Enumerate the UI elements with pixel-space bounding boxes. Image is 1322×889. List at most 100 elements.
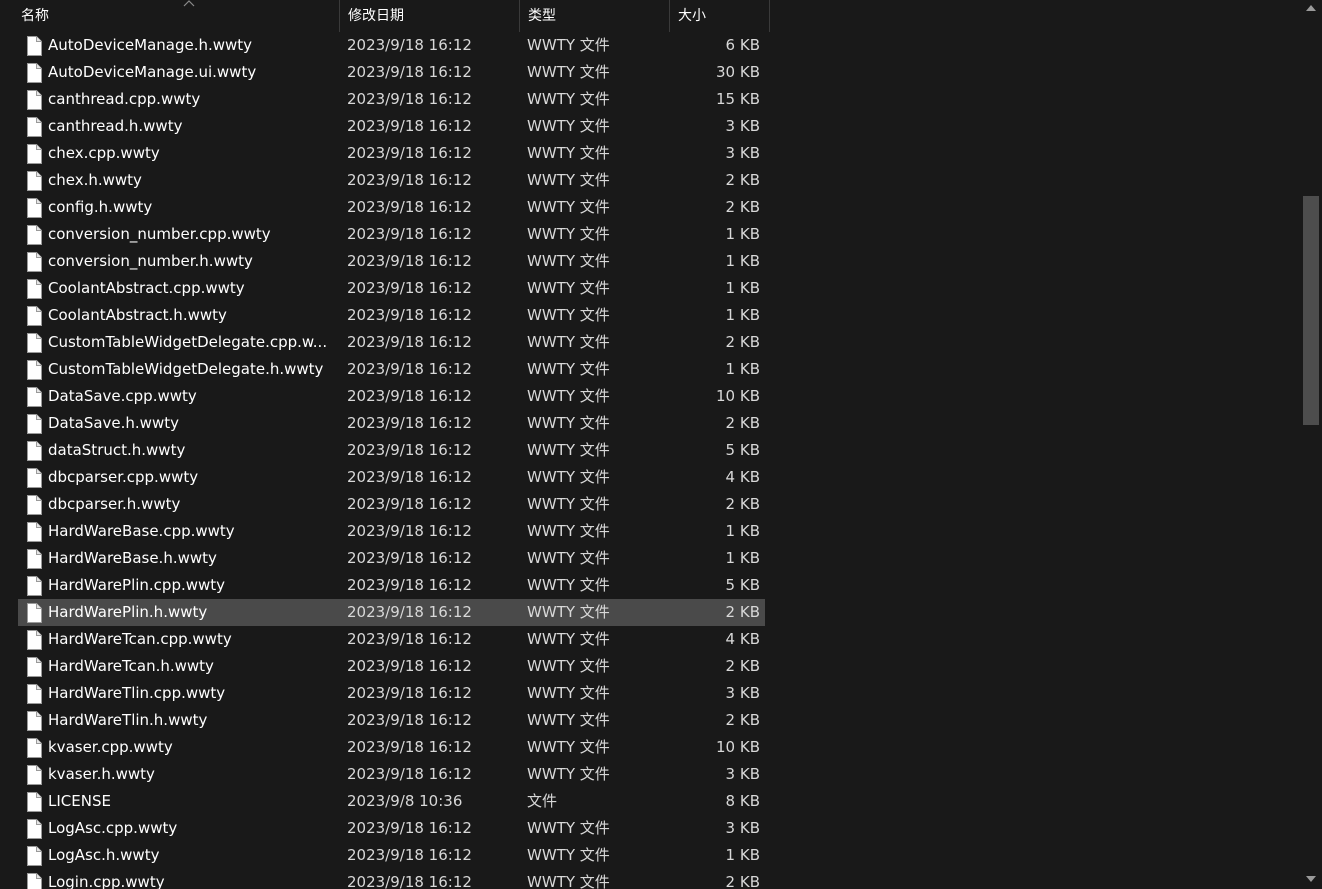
file-size: 3 KB (725, 819, 760, 837)
file-row[interactable]: conversion_number.cpp.wwty 2023/9/18 16:1… (0, 221, 770, 248)
file-date-modified: 2023/9/8 10:36 (347, 792, 463, 810)
column-header-size-label: 大小 (678, 8, 706, 24)
file-type: WWTY 文件 (527, 360, 610, 378)
scrollbar-thumb[interactable] (1303, 196, 1319, 425)
file-row[interactable]: CustomTableWidgetDelegate.h.wwty 2023/9/1… (0, 356, 770, 383)
file-name: LogAsc.cpp.wwty (48, 819, 178, 837)
file-type: WWTY 文件 (527, 225, 610, 243)
file-row[interactable]: HardWarePlin.h.wwty 2023/9/18 16:12 WWTY 文… (0, 599, 770, 626)
scroll-up-icon[interactable] (1305, 3, 1317, 13)
file-type: WWTY 文件 (527, 711, 610, 729)
file-type: WWTY 文件 (527, 549, 610, 567)
file-type: WWTY 文件 (527, 495, 610, 513)
file-name: AutoDeviceManage.ui.wwty (48, 63, 257, 81)
file-row[interactable]: dbcparser.cpp.wwty 2023/9/18 16:12 WWTY 文件… (0, 464, 770, 491)
file-row[interactable]: config.h.wwty 2023/9/18 16:12 WWTY 文件 2 KB (0, 194, 770, 221)
file-row[interactable]: kvaser.h.wwty 2023/9/18 16:12 WWTY 文件 3 KB (0, 761, 770, 788)
file-date-modified: 2023/9/18 16:12 (347, 846, 472, 864)
file-row[interactable]: CoolantAbstract.h.wwty 2023/9/18 16:12 WWT… (0, 302, 770, 329)
file-row[interactable]: chex.cpp.wwty 2023/9/18 16:12 WWTY 文件 3 KB (0, 140, 770, 167)
file-size: 2 KB (725, 711, 760, 729)
file-size: 2 KB (725, 603, 760, 621)
file-name: LICENSE (48, 792, 111, 810)
vertical-scrollbar[interactable] (1300, 0, 1322, 889)
file-row[interactable]: HardWarePlin.cpp.wwty 2023/9/18 16:12 WWTY… (0, 572, 770, 599)
file-name: dataStruct.h.wwty (48, 441, 186, 459)
file-type: WWTY 文件 (527, 468, 610, 486)
file-name: LogAsc.h.wwty (48, 846, 160, 864)
file-name: HardWareTcan.cpp.wwty (48, 630, 232, 648)
file-size: 8 KB (725, 792, 760, 810)
file-size: 2 KB (725, 333, 760, 351)
file-type: WWTY 文件 (527, 441, 610, 459)
file-row[interactable]: Login.cpp.wwty 2023/9/18 16:12 WWTY 文件 2 KB (0, 869, 770, 889)
file-name: HardWarePlin.h.wwty (48, 603, 208, 621)
scroll-down-icon[interactable] (1305, 874, 1317, 884)
file-row[interactable]: HardWareTlin.cpp.wwty 2023/9/18 16:12 WWTY… (0, 680, 770, 707)
file-date-modified: 2023/9/18 16:12 (347, 657, 472, 675)
file-row[interactable]: CustomTableWidgetDelegate.cpp.w... 2023/9… (0, 329, 770, 356)
file-row[interactable]: DataSave.cpp.wwty 2023/9/18 16:12 WWTY 文件 1… (0, 383, 770, 410)
file-row[interactable]: kvaser.cpp.wwty 2023/9/18 16:12 WWTY 文件 10 … (0, 734, 770, 761)
file-row[interactable]: conversion_number.h.wwty 2023/9/18 16:12 W… (0, 248, 770, 275)
file-name: CustomTableWidgetDelegate.cpp.w... (48, 333, 328, 351)
file-date-modified: 2023/9/18 16:12 (347, 252, 472, 270)
file-row[interactable]: HardWareTcan.cpp.wwty 2023/9/18 16:12 WWTY… (0, 626, 770, 653)
file-date-modified: 2023/9/18 16:12 (347, 468, 472, 486)
file-row[interactable]: canthread.h.wwty 2023/9/18 16:12 WWTY 文件 3 … (0, 113, 770, 140)
file-icon (27, 522, 42, 542)
file-date-modified: 2023/9/18 16:12 (347, 333, 472, 351)
file-size: 2 KB (725, 873, 760, 889)
file-row[interactable]: AutoDeviceManage.h.wwty 2023/9/18 16:12 WW… (0, 32, 770, 59)
file-icon (27, 738, 42, 758)
file-row[interactable]: CoolantAbstract.cpp.wwty 2023/9/18 16:12 W… (0, 275, 770, 302)
file-icon (27, 279, 42, 299)
file-icon (27, 360, 42, 380)
file-date-modified: 2023/9/18 16:12 (347, 441, 472, 459)
file-icon (27, 171, 42, 191)
file-type: WWTY 文件 (527, 657, 610, 675)
file-row[interactable]: chex.h.wwty 2023/9/18 16:12 WWTY 文件 2 KB (0, 167, 770, 194)
file-row[interactable]: HardWareTlin.h.wwty 2023/9/18 16:12 WWTY 文… (0, 707, 770, 734)
file-icon (27, 225, 42, 245)
file-name: Login.cpp.wwty (48, 873, 165, 889)
column-header-type[interactable]: 类型 (520, 0, 670, 32)
file-row[interactable]: LogAsc.cpp.wwty 2023/9/18 16:12 WWTY 文件 3 K… (0, 815, 770, 842)
column-header-name[interactable]: 名称 (13, 0, 340, 32)
file-size: 5 KB (725, 576, 760, 594)
file-icon (27, 333, 42, 353)
file-type: WWTY 文件 (527, 63, 610, 81)
file-icon (27, 846, 42, 866)
file-row[interactable]: HardWareBase.cpp.wwty 2023/9/18 16:12 WWTY… (0, 518, 770, 545)
file-size: 1 KB (725, 279, 760, 297)
file-size: 3 KB (725, 117, 760, 135)
file-icon (27, 576, 42, 596)
file-list: AutoDeviceManage.h.wwty 2023/9/18 16:12 WW… (0, 32, 770, 889)
file-row[interactable]: AutoDeviceManage.ui.wwty 2023/9/18 16:12 W… (0, 59, 770, 86)
file-row[interactable]: HardWareTcan.h.wwty 2023/9/18 16:12 WWTY 文… (0, 653, 770, 680)
file-name: AutoDeviceManage.h.wwty (48, 36, 253, 54)
file-row[interactable]: LICENSE 2023/9/8 10:36 文件 8 KB (0, 788, 770, 815)
file-size: 1 KB (725, 360, 760, 378)
file-icon (27, 36, 42, 56)
file-type: WWTY 文件 (527, 819, 610, 837)
file-row[interactable]: DataSave.h.wwty 2023/9/18 16:12 WWTY 文件 2 K… (0, 410, 770, 437)
column-header-size[interactable]: 大小 (670, 0, 770, 32)
file-name: HardWareTcan.h.wwty (48, 657, 214, 675)
file-row[interactable]: LogAsc.h.wwty 2023/9/18 16:12 WWTY 文件 1 KB (0, 842, 770, 869)
file-date-modified: 2023/9/18 16:12 (347, 630, 472, 648)
file-row[interactable]: canthread.cpp.wwty 2023/9/18 16:12 WWTY 文件… (0, 86, 770, 113)
file-icon (27, 792, 42, 812)
file-row[interactable]: dbcparser.h.wwty 2023/9/18 16:12 WWTY 文件 2 … (0, 491, 770, 518)
file-date-modified: 2023/9/18 16:12 (347, 819, 472, 837)
column-header-date[interactable]: 修改日期 (340, 0, 520, 32)
column-header-name-label: 名称 (21, 8, 49, 24)
file-icon (27, 765, 42, 785)
file-type: WWTY 文件 (527, 630, 610, 648)
file-row[interactable]: HardWareBase.h.wwty 2023/9/18 16:12 WWTY 文… (0, 545, 770, 572)
file-name: dbcparser.h.wwty (48, 495, 181, 513)
file-row[interactable]: dataStruct.h.wwty 2023/9/18 16:12 WWTY 文件 5… (0, 437, 770, 464)
file-date-modified: 2023/9/18 16:12 (347, 144, 472, 162)
column-header-type-label: 类型 (528, 8, 556, 24)
file-size: 1 KB (725, 549, 760, 567)
